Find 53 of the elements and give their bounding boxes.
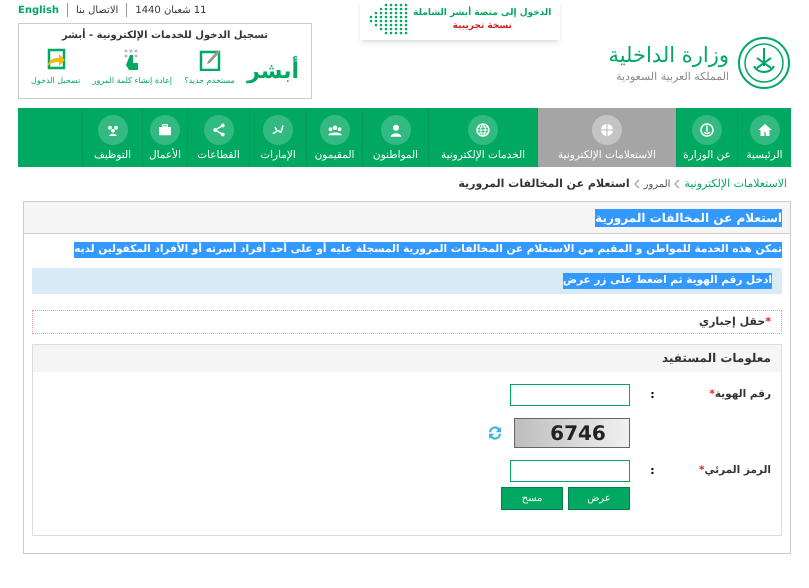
share-icon bbox=[204, 115, 234, 146]
emblem-icon bbox=[692, 115, 722, 146]
person-icon bbox=[380, 115, 410, 146]
separator-text: : bbox=[649, 386, 656, 402]
captcha-image: 6746 bbox=[514, 418, 630, 448]
input-field[interactable] bbox=[510, 460, 630, 482]
absher-logo: أبشر bbox=[247, 57, 299, 87]
nav-item[interactable]: الخدمات الإلكترونية bbox=[428, 108, 537, 167]
ministry-name: وزارة الداخلية bbox=[608, 42, 729, 69]
breadcrumb-current: استعلام عن المخالفات المرورية bbox=[458, 176, 630, 192]
hint-text: ادخل رقم الهوية ثم اضغط على زر عرض bbox=[562, 272, 772, 289]
clear-button[interactable]: مسح bbox=[501, 486, 563, 510]
separator-text: : bbox=[649, 462, 656, 478]
banner-title: الدخول إلى منصة أبشر الشاملة bbox=[413, 6, 552, 20]
breadcrumb-link[interactable]: المرور bbox=[644, 176, 670, 192]
chevron-icon bbox=[634, 179, 640, 189]
panel-title: استعلام عن المخالفات المرورية bbox=[595, 208, 782, 226]
required-note: * حقل إجباري bbox=[699, 314, 771, 330]
nav-item[interactable]: التوظيف bbox=[82, 108, 142, 167]
show-button[interactable]: عرض bbox=[568, 486, 630, 510]
date-text: 11 شعبان 1440 bbox=[135, 4, 206, 18]
input-field[interactable] bbox=[510, 384, 630, 406]
team-icon bbox=[98, 115, 128, 146]
field-label: رقم الهوية* bbox=[708, 386, 771, 402]
nav-item[interactable]: الرئيسية bbox=[737, 108, 791, 167]
nav-item[interactable]: المواطنون bbox=[362, 108, 428, 167]
description-text: تمكن هذه الخدمة للمواطن و المقيم من الاستعلام عن المخالفات المرورية المسجلة عليه أو على أحد أفراد أسرته أو الأفراد المكفولين لديه bbox=[74, 242, 782, 258]
country-name: المملكة العربية السعودية bbox=[615, 68, 729, 85]
banner-subtitle: نسخة تجريبية bbox=[452, 20, 512, 33]
dotted-chevron-icon bbox=[369, 3, 410, 37]
login-title: تسجيل الدخول للخدمات الإلكترونية - أبشر bbox=[60, 28, 270, 43]
field-label: الرمز المرئي* bbox=[698, 462, 771, 478]
nav-item[interactable]: عن الوزارة bbox=[676, 108, 737, 167]
nav-item[interactable]: القطاعات bbox=[187, 108, 249, 167]
group-icon bbox=[320, 115, 350, 146]
nav-item[interactable]: الأعمال bbox=[142, 108, 187, 167]
nav-item[interactable]: الإمارات bbox=[249, 108, 306, 167]
language-link[interactable]: English bbox=[18, 2, 60, 18]
absher-action[interactable]: تسجيل الدخول bbox=[31, 47, 80, 87]
nav-item[interactable]: المقيمون bbox=[306, 108, 362, 167]
banner-card[interactable]: الدخول إلى منصة أبشر الشاملة نسخة تجريبية bbox=[360, 0, 560, 40]
refresh-icon[interactable] bbox=[486, 424, 504, 442]
briefcase-icon bbox=[150, 115, 180, 146]
top-link[interactable]: الاتصال بنا bbox=[76, 2, 118, 18]
section-title: معلومات المستفيد bbox=[662, 350, 771, 368]
nav-item[interactable]: الاستعلامات الإلكترونية bbox=[537, 108, 676, 167]
edit-icon bbox=[198, 47, 222, 71]
absher-action[interactable]: مستخدم جديد؟ bbox=[184, 47, 235, 87]
house-icon bbox=[750, 115, 780, 146]
absher-action[interactable]: إعادة إنشاء كلمة المرور bbox=[92, 47, 172, 87]
emblem-icon bbox=[737, 36, 791, 90]
breadcrumb-link[interactable]: الاستعلامات الإلكترونية bbox=[684, 176, 787, 192]
chevron-icon bbox=[674, 179, 680, 189]
